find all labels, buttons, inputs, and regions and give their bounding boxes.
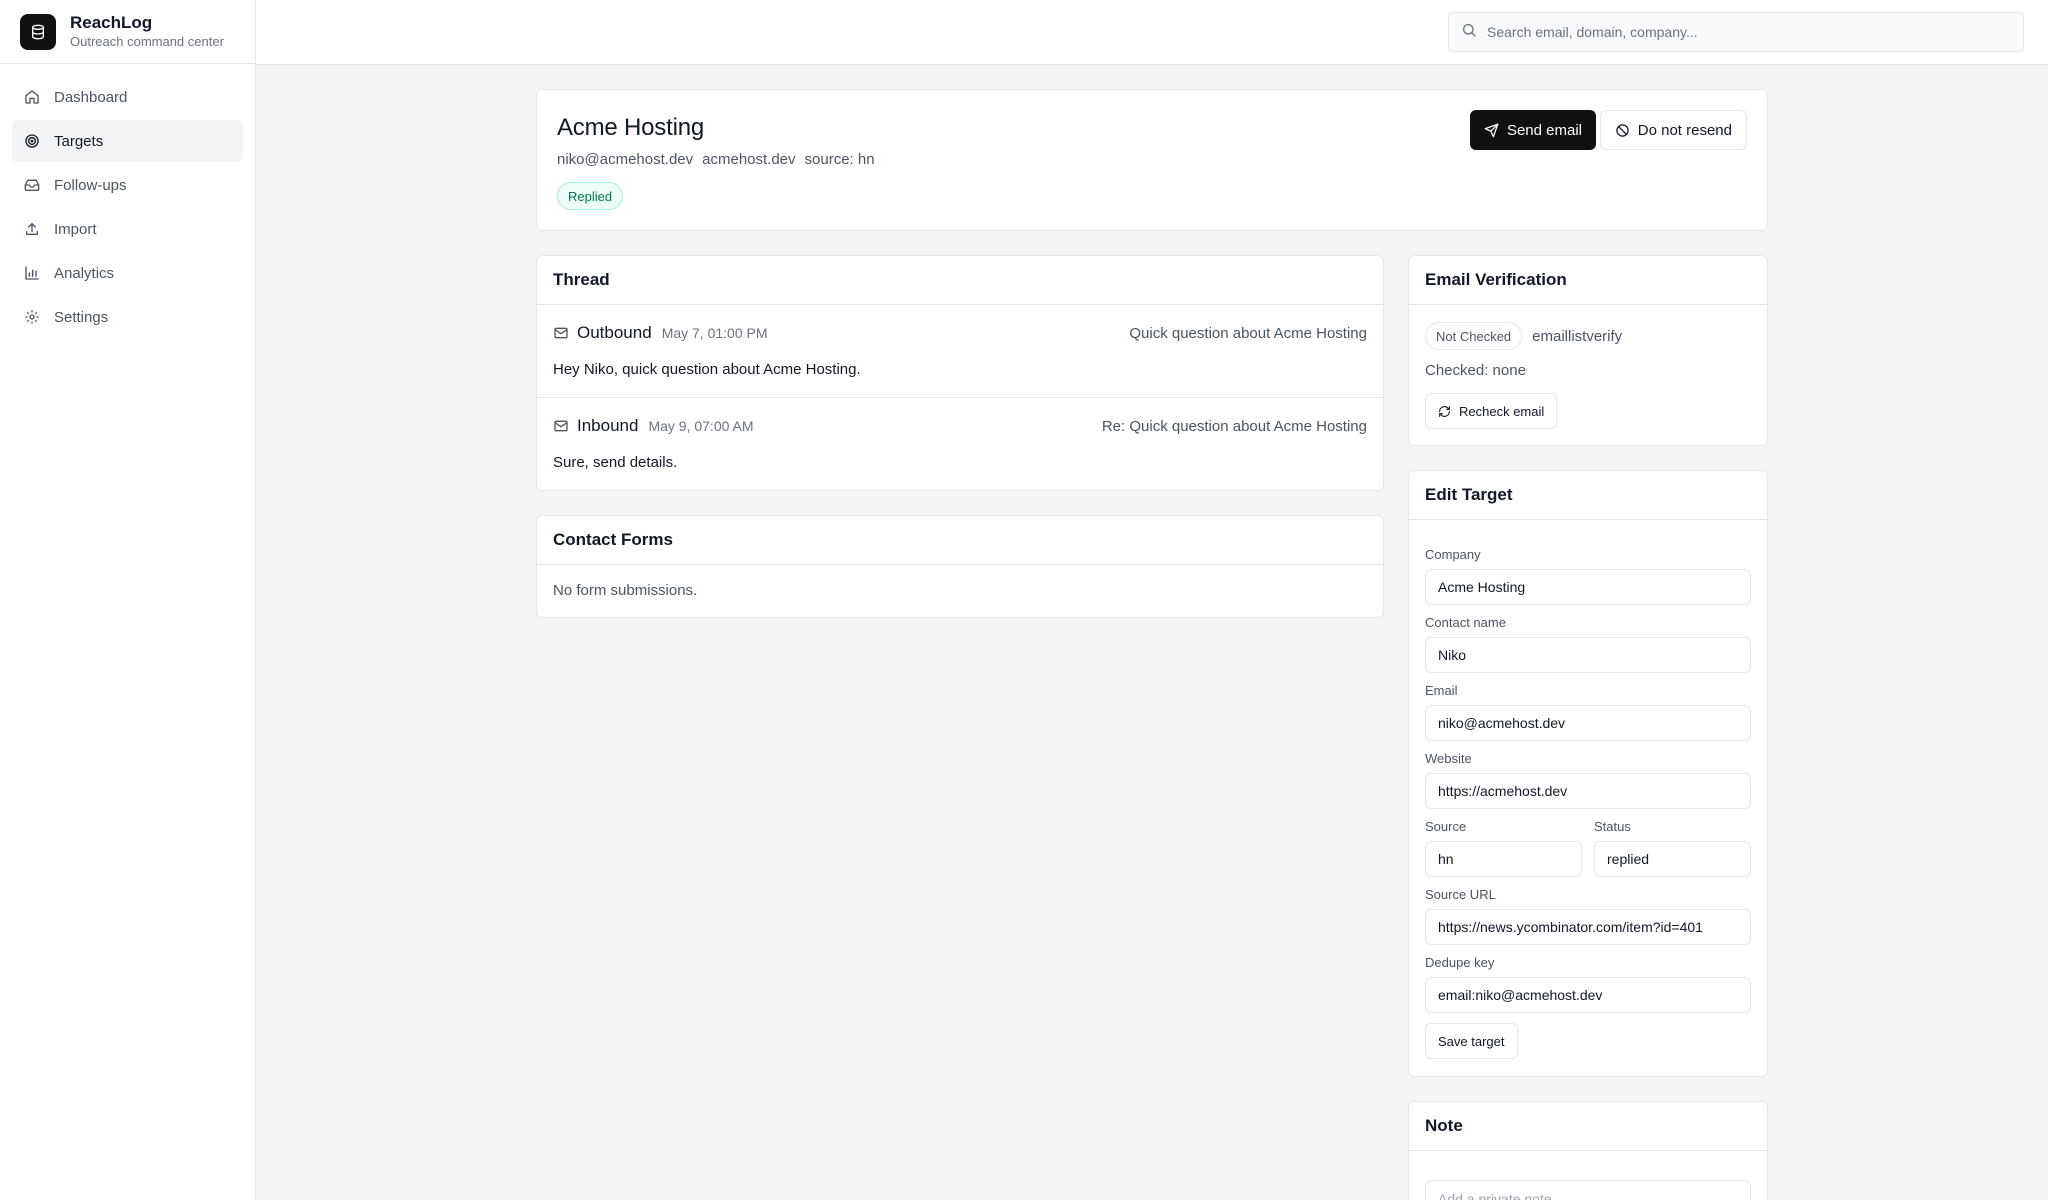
dedupe-key-field[interactable] — [1425, 977, 1751, 1013]
bar-chart-icon — [24, 265, 40, 281]
thread-title: Thread — [537, 256, 1383, 305]
dedupe-key-label: Dedupe key — [1425, 955, 1495, 970]
target-email: niko@acmehost.dev — [557, 151, 694, 168]
brand-tagline: Outreach command center — [70, 34, 224, 49]
sidebar-item-targets[interactable]: Targets — [12, 120, 243, 162]
page-title: Acme Hosting — [557, 114, 704, 141]
source-label: Source — [1425, 819, 1467, 834]
status-badge: Replied — [557, 182, 624, 210]
message-subject: Re: Quick question about Acme Hosting — [1101, 418, 1367, 435]
sidebar-item-import[interactable]: Import — [12, 208, 243, 250]
company-field[interactable] — [1425, 569, 1751, 605]
message-date: May 7, 01:00 PM — [661, 325, 768, 341]
contact-forms-title: Contact Forms — [537, 516, 1383, 565]
note-input[interactable] — [1425, 1180, 1751, 1200]
source-field[interactable] — [1425, 841, 1582, 877]
status-field[interactable] — [1594, 841, 1751, 877]
gear-icon — [24, 309, 40, 325]
sidebar-nav: Dashboard Targets Follow-ups Import Anal… — [0, 64, 255, 352]
contact-forms-empty: No form submissions. — [553, 582, 698, 599]
company-label: Company — [1425, 547, 1481, 562]
mail-icon — [553, 418, 577, 434]
target-meta: niko@acmehost.dev acmehost.dev source: h… — [557, 151, 875, 168]
brand: ReachLog Outreach command center — [0, 0, 255, 64]
verification-status-badge: Not Checked — [1425, 322, 1523, 350]
topbar — [256, 0, 2048, 65]
verification-checked: Checked: none — [1425, 362, 1526, 379]
sidebar: ReachLog Outreach command center Dashboa… — [0, 0, 256, 1200]
note-title: Note — [1409, 1102, 1767, 1151]
status-label: Status — [1594, 819, 1631, 834]
website-field[interactable] — [1425, 773, 1751, 809]
ban-icon — [1615, 123, 1638, 138]
sidebar-item-dashboard[interactable]: Dashboard — [12, 76, 243, 118]
recheck-email-label: Recheck email — [1459, 403, 1545, 419]
sidebar-item-follow-ups[interactable]: Follow-ups — [12, 164, 243, 206]
verification-provider: emaillistverify — [1532, 327, 1623, 345]
sidebar-item-label: Settings — [54, 308, 109, 326]
sidebar-item-settings[interactable]: Settings — [12, 296, 243, 338]
message-body: Sure, send details. — [553, 454, 678, 471]
message-date: May 9, 07:00 AM — [648, 418, 754, 434]
thread-card: Thread Outbound May 7, 01:00 PM Quick qu… — [536, 255, 1384, 491]
send-email-button[interactable]: Send email — [1469, 110, 1596, 150]
message-direction: Outbound — [577, 323, 652, 342]
website-label: Website — [1425, 751, 1472, 766]
message-body: Hey Niko, quick question about Acme Host… — [553, 361, 861, 378]
sidebar-item-label: Targets — [54, 132, 104, 150]
target-domain: acmehost.dev — [702, 151, 796, 168]
sidebar-item-label: Dashboard — [54, 88, 128, 106]
sidebar-item-analytics[interactable]: Analytics — [12, 252, 243, 294]
note-card: Note — [1408, 1101, 1768, 1200]
contact-forms-card: Contact Forms No form submissions. — [536, 515, 1384, 618]
target-header-card: Acme Hosting niko@acmehost.dev acmehost.… — [536, 89, 1768, 231]
brand-name: ReachLog — [70, 13, 153, 32]
email-field[interactable] — [1425, 705, 1751, 741]
upload-icon — [24, 221, 40, 237]
do-not-resend-label: Do not resend — [1637, 121, 1732, 139]
email-label: Email — [1425, 683, 1458, 698]
refresh-icon — [1438, 405, 1459, 418]
search-box[interactable] — [1448, 12, 2024, 52]
target-icon — [24, 133, 40, 149]
edit-target-title: Edit Target — [1409, 471, 1767, 520]
source-url-field[interactable] — [1425, 909, 1751, 945]
do-not-resend-button[interactable]: Do not resend — [1599, 110, 1747, 150]
inbox-icon — [24, 177, 40, 193]
contact-name-label: Contact name — [1425, 615, 1506, 630]
thread-message[interactable]: Outbound May 7, 01:00 PM Quick question … — [537, 305, 1383, 398]
target-source: source: hn — [804, 151, 875, 168]
edit-target-card: Edit Target Company Contact name Email W… — [1408, 470, 1768, 1077]
source-url-label: Source URL — [1425, 887, 1496, 902]
recheck-email-button[interactable]: Recheck email — [1425, 393, 1558, 429]
message-direction: Inbound — [577, 416, 639, 435]
sidebar-item-label: Import — [54, 220, 97, 238]
email-verification-title: Email Verification — [1409, 256, 1767, 305]
search-icon — [1461, 22, 1477, 43]
sidebar-item-label: Analytics — [54, 264, 115, 282]
database-icon — [20, 13, 56, 50]
email-verification-card: Email Verification Not Checked emaillist… — [1408, 255, 1768, 446]
message-subject: Quick question about Acme Hosting — [1129, 325, 1367, 342]
sidebar-item-label: Follow-ups — [54, 176, 127, 194]
send-email-label: Send email — [1506, 121, 1582, 139]
save-target-button[interactable]: Save target — [1425, 1023, 1518, 1059]
send-icon — [1484, 123, 1507, 138]
home-icon — [24, 89, 40, 105]
search-input[interactable] — [1487, 24, 2011, 40]
contact-name-field[interactable] — [1425, 637, 1751, 673]
mail-icon — [553, 325, 577, 341]
thread-message[interactable]: Inbound May 9, 07:00 AM Re: Quick questi… — [537, 398, 1383, 491]
